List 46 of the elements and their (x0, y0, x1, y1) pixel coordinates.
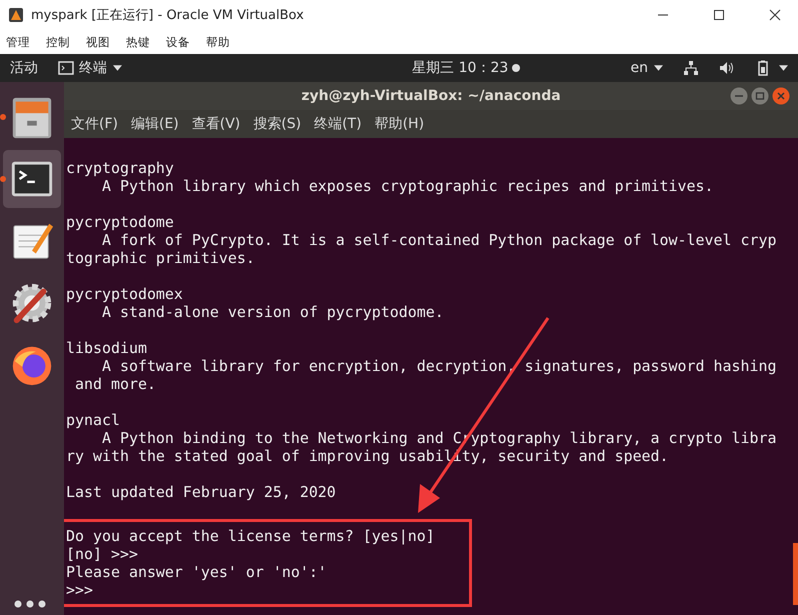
menu-item[interactable]: 帮助(H) (374, 115, 424, 133)
terminal-line: A software library for encryption, decryption, signatures, password hashing (100, 357, 778, 375)
terminal-line: Do you accept the license terms? [yes|no] (66, 527, 436, 545)
terminal-line: pynacl (66, 411, 121, 429)
menu-item[interactable]: 设备 (166, 34, 190, 50)
terminal-line: [no] >>> (66, 545, 139, 563)
menu-item[interactable]: 终端(T) (314, 115, 362, 133)
caret-icon (654, 65, 663, 71)
terminal-line: and more. (74, 375, 157, 393)
scrollbar[interactable] (793, 543, 798, 605)
terminal-line: libsodium (66, 339, 148, 357)
terminal-line: Last updated February 25, 2020 (66, 483, 337, 501)
terminal-line: A stand-alone version of pycryptodome. (100, 303, 445, 321)
window-title: myspark [正在运行] - Oracle VM VirtualBox (31, 7, 304, 24)
terminal-icon (58, 61, 74, 75)
terminal-line: Please answer 'yes' or 'no':' (66, 563, 328, 581)
menu-item[interactable]: 热键 (126, 34, 150, 50)
network-icon[interactable] (683, 60, 699, 76)
menu-item[interactable]: 查看(V) (192, 115, 240, 133)
menu-item[interactable]: 文件(F) (71, 115, 118, 133)
menu-item[interactable]: 编辑(E) (130, 115, 179, 133)
terminal-line: pycryptodome (66, 213, 175, 231)
terminal-line: pycryptodomex (66, 285, 184, 303)
menu-item[interactable]: 控制 (46, 34, 70, 50)
volume-icon[interactable] (719, 60, 735, 76)
terminal-title: zyh@zyh-VirtualBox: ~/anaconda (301, 88, 561, 104)
terminal-line: A fork of PyCrypto. It is a self-contained Python package of low-level cryp (100, 231, 778, 249)
menu-item[interactable]: 视图 (86, 34, 110, 50)
caret-icon (113, 65, 122, 71)
terminal-line: cryptography (66, 159, 175, 177)
menu-item[interactable]: 搜索(S) (253, 115, 302, 133)
terminal-line: A Python library which exposes cryptographic recipes and primitives. (100, 177, 715, 195)
close-icon[interactable] (769, 9, 781, 21)
app-menu[interactable]: 终端 (79, 59, 107, 77)
terminal-line: >>> (66, 581, 94, 599)
clock[interactable]: 星期三 10：23 (412, 59, 508, 77)
dock-item[interactable] (3, 150, 61, 208)
maximize-icon[interactable] (713, 9, 725, 21)
caret-icon (779, 65, 788, 71)
menu-item[interactable]: 帮助 (206, 34, 230, 50)
notification-dot-icon (512, 64, 520, 72)
language-indicator[interactable]: en (630, 60, 648, 76)
menu-item[interactable]: 管理 (6, 34, 30, 50)
terminal-line: tographic primitives. (66, 249, 256, 267)
activities-button[interactable]: 活动 (10, 59, 38, 77)
virtualbox-icon (8, 7, 24, 23)
